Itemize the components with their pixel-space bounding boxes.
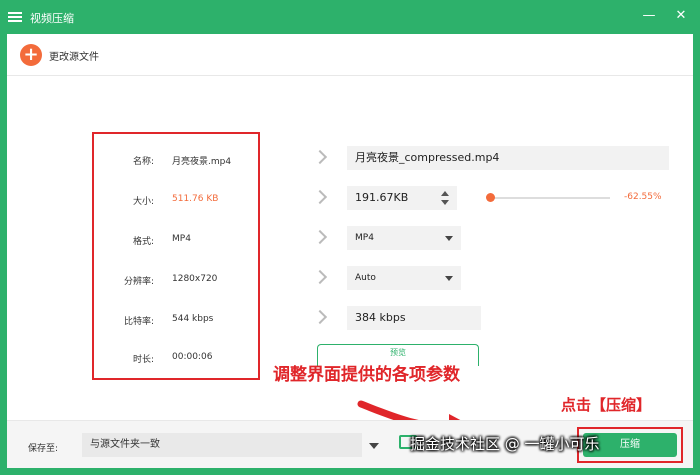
output-format-value: MP4 <box>355 233 374 243</box>
source-resolution-value: 1280x720 <box>172 274 218 284</box>
close-button[interactable]: ✕ <box>672 8 690 23</box>
size-slider-percent: -62.55% <box>624 192 662 202</box>
source-row-resolution: 分辨率: 1280x720 <box>94 274 262 288</box>
source-duration-value: 00:00:06 <box>172 352 213 362</box>
caret-down-icon <box>445 276 453 281</box>
source-info-box: 名称: 月亮夜景.mp4 大小: 511.76 KB 格式: MP4 分辨率: … <box>92 132 260 380</box>
annotation-click-compress: 点击【压缩】 <box>561 396 652 414</box>
chevron-right-icon <box>312 269 328 285</box>
size-slider-handle[interactable] <box>486 193 495 202</box>
source-size-key: 大小: <box>132 197 154 207</box>
source-duration-key: 时长: <box>132 355 154 365</box>
output-resolution-select[interactable]: Auto <box>347 266 461 290</box>
toolbar: + 更改源文件 <box>7 34 693 76</box>
source-row-bitrate: 比特率: 544 kbps <box>94 314 262 328</box>
source-bitrate-value: 544 kbps <box>172 314 214 324</box>
source-row-name: 名称: 月亮夜景.mp4 <box>94 154 262 168</box>
chevron-right-icon <box>312 149 328 165</box>
watermark: 掘金技术社区 @ 一罐小可乐 <box>410 435 600 453</box>
source-size-value: 511.76 KB <box>172 194 219 204</box>
source-format-key: 格式: <box>132 237 154 247</box>
source-format-value: MP4 <box>172 234 191 244</box>
chevron-right-icon <box>312 229 328 245</box>
output-name-input[interactable]: 月亮夜景_compressed.mp4 <box>347 146 669 170</box>
caret-down-icon <box>445 236 453 241</box>
main-panel: + 更改源文件 名称: 月亮夜景.mp4 大小: 511.76 KB 格式: M… <box>7 34 693 468</box>
source-row-format: 格式: MP4 <box>94 234 262 248</box>
stepper-up-icon[interactable] <box>441 191 449 196</box>
source-row-duration: 时长: 00:00:06 <box>94 352 262 366</box>
plus-circle-icon[interactable]: + <box>20 44 42 66</box>
output-size-value: 191.67KB <box>355 191 409 204</box>
source-resolution-key: 分辨率: <box>123 277 154 287</box>
source-bitrate-key: 比特率: <box>123 317 154 327</box>
annotation-adjust-params: 调整界面提供的各项参数 <box>273 365 460 385</box>
title-bar: 视频压缩 — ✕ <box>0 0 700 34</box>
output-bitrate-input[interactable]: 384 kbps <box>347 306 481 330</box>
chevron-right-icon <box>312 189 328 205</box>
save-to-label: 保存至: <box>28 444 59 454</box>
stepper-down-icon[interactable] <box>441 200 449 205</box>
output-format-select[interactable]: MP4 <box>347 226 461 250</box>
source-row-size: 大小: 511.76 KB <box>94 194 262 208</box>
caret-down-icon[interactable] <box>369 443 379 449</box>
source-name-value: 月亮夜景.mp4 <box>172 157 232 167</box>
sliders-icon <box>8 10 22 24</box>
change-source-button[interactable]: 更改源文件 <box>49 48 99 63</box>
output-size-stepper[interactable]: 191.67KB <box>347 186 457 210</box>
save-to-select[interactable]: 与源文件夹一致 <box>82 433 362 457</box>
chevron-right-icon <box>312 309 328 325</box>
size-slider-track[interactable] <box>490 197 610 199</box>
source-name-key: 名称: <box>132 157 154 167</box>
window-title: 视频压缩 <box>30 12 74 25</box>
minimize-button[interactable]: — <box>640 8 658 23</box>
output-resolution-value: Auto <box>355 273 376 283</box>
